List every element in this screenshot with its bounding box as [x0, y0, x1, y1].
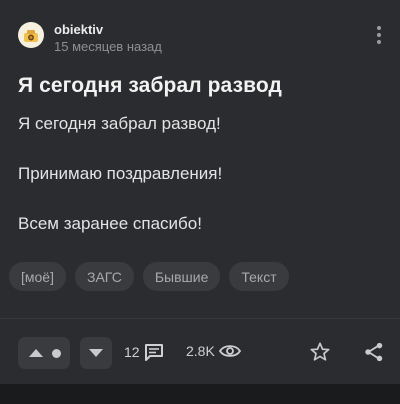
post-line: Принимаю поздравления! — [18, 164, 223, 183]
comment-icon — [144, 344, 163, 361]
tag-list: [моё] ЗАГС Бывшие Текст — [9, 262, 289, 291]
tag-chip[interactable]: Бывшие — [142, 262, 221, 291]
bottom-bar — [0, 384, 400, 404]
post-header: obiektiv 15 месяцев назад — [18, 22, 390, 56]
rating-dot — [51, 348, 61, 358]
divider — [0, 318, 400, 319]
author-name[interactable]: obiektiv — [54, 22, 103, 37]
views-count: 2.8K — [186, 343, 215, 359]
share-icon — [365, 342, 383, 362]
arrow-down-icon — [89, 349, 103, 357]
eye-icon — [218, 345, 241, 357]
tag-chip[interactable]: [моё] — [9, 262, 66, 291]
post-line: Всем заранее спасибо! — [18, 214, 202, 233]
save-button[interactable] — [309, 341, 331, 368]
comments-count: 12 — [124, 344, 140, 360]
arrow-up-icon — [28, 349, 43, 357]
downvote-button[interactable] — [80, 337, 112, 369]
author-avatar[interactable] — [18, 22, 44, 48]
views-counter: 2.8K — [186, 343, 241, 359]
comments-button[interactable]: 12 — [124, 343, 164, 361]
post-title[interactable]: Я сегодня забрал развод — [18, 74, 282, 98]
post-line: Я сегодня забрал развод! — [18, 114, 221, 133]
upvote-button[interactable] — [18, 337, 70, 369]
tag-chip[interactable]: ЗАГС — [74, 262, 134, 291]
more-vertical-icon[interactable] — [376, 26, 382, 44]
share-button[interactable] — [363, 341, 385, 368]
star-icon — [310, 342, 330, 361]
post-time: 15 месяцев назад — [54, 39, 162, 54]
avatar-image — [24, 30, 38, 42]
tag-chip[interactable]: Текст — [229, 262, 289, 291]
